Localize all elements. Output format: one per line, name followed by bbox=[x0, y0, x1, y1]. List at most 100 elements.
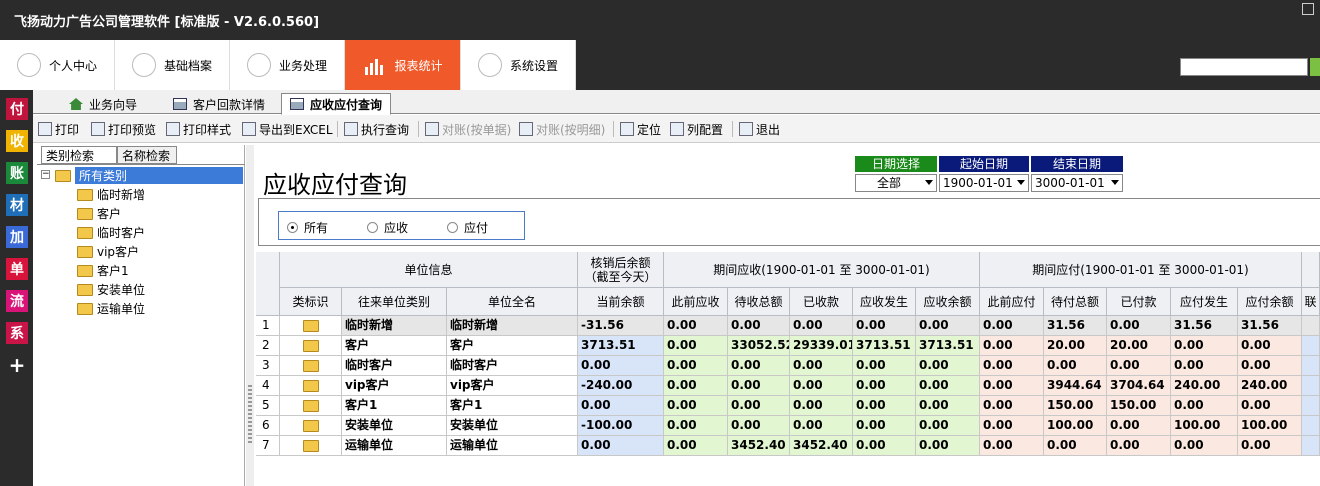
table-cell[interactable]: 0.00 bbox=[790, 316, 853, 336]
collapse-icon[interactable]: − bbox=[41, 170, 50, 179]
table-cell[interactable]: 0.00 bbox=[980, 336, 1044, 356]
table-cell[interactable]: 0.00 bbox=[1107, 356, 1171, 376]
locate-button[interactable]: 定位 bbox=[620, 120, 661, 138]
category-flag-cell[interactable] bbox=[280, 416, 342, 436]
tree-node-all-categories[interactable]: 所有类别 bbox=[55, 166, 243, 185]
table-cell[interactable]: 0.00 bbox=[664, 416, 728, 436]
table-cell[interactable]: 0.00 bbox=[916, 436, 980, 456]
table-cell[interactable]: 29339.01 bbox=[790, 336, 853, 356]
table-cell[interactable]: 240.00 bbox=[1238, 376, 1302, 396]
quick-process-button[interactable]: 加 bbox=[6, 226, 28, 248]
tab-category-search[interactable]: 类别检索 bbox=[41, 146, 117, 164]
column-header[interactable]: 应收余额 bbox=[916, 288, 980, 316]
print-style-button[interactable]: 打印样式 bbox=[166, 120, 231, 138]
nav-tab-system-settings[interactable]: 系统设置 bbox=[461, 40, 576, 90]
extra-cell[interactable] bbox=[1302, 376, 1320, 396]
table-cell[interactable]: 0.00 bbox=[1238, 436, 1302, 456]
table-cell[interactable]: 0.00 bbox=[664, 396, 728, 416]
nav-tab-personal-center[interactable]: 个人中心 bbox=[0, 40, 115, 90]
column-header[interactable]: 联 bbox=[1302, 288, 1320, 316]
table-cell[interactable]: 33052.52 bbox=[728, 336, 790, 356]
quick-order-button[interactable]: 单 bbox=[6, 258, 28, 280]
quick-system-button[interactable]: 系 bbox=[6, 322, 28, 344]
table-cell[interactable]: 0.00 bbox=[853, 436, 916, 456]
run-query-button[interactable]: 执行查询 bbox=[344, 120, 409, 138]
tab-name-search[interactable]: 名称检索 bbox=[117, 146, 177, 164]
table-cell[interactable]: 150.00 bbox=[1044, 396, 1107, 416]
column-header[interactable]: 已收款 bbox=[790, 288, 853, 316]
doc-tab-receivable-payable[interactable]: 应收应付查询 bbox=[281, 93, 392, 115]
table-cell[interactable]: -240.00 bbox=[578, 376, 664, 396]
table-cell[interactable]: 客户 bbox=[447, 336, 578, 356]
table-cell[interactable]: 0.00 bbox=[1107, 316, 1171, 336]
table-cell[interactable]: vip客户 bbox=[447, 376, 578, 396]
table-cell[interactable]: vip客户 bbox=[342, 376, 447, 396]
radio-receivable[interactable]: 应收 bbox=[367, 219, 408, 236]
table-cell[interactable]: 0.00 bbox=[790, 416, 853, 436]
table-cell[interactable]: 31.56 bbox=[1238, 316, 1302, 336]
table-cell[interactable]: 0.00 bbox=[790, 356, 853, 376]
table-cell[interactable]: 240.00 bbox=[1171, 376, 1238, 396]
table-cell[interactable]: 20.00 bbox=[1107, 336, 1171, 356]
category-flag-cell[interactable] bbox=[280, 396, 342, 416]
table-cell[interactable]: 3944.64 bbox=[1044, 376, 1107, 396]
table-cell[interactable]: 0.00 bbox=[1171, 436, 1238, 456]
extra-cell[interactable] bbox=[1302, 436, 1320, 456]
extra-cell[interactable] bbox=[1302, 316, 1320, 336]
table-cell[interactable]: 100.00 bbox=[1171, 416, 1238, 436]
table-cell[interactable]: 0.00 bbox=[1107, 416, 1171, 436]
row-number-cell[interactable]: 7 bbox=[256, 436, 280, 456]
table-cell[interactable]: 0.00 bbox=[980, 396, 1044, 416]
table-cell[interactable]: 3704.64 bbox=[1107, 376, 1171, 396]
table-cell[interactable]: 0.00 bbox=[916, 376, 980, 396]
print-button[interactable]: 打印 bbox=[38, 120, 79, 138]
column-header[interactable]: 已付款 bbox=[1107, 288, 1171, 316]
doc-tab-customer-payment[interactable]: 客户回款详情 bbox=[165, 94, 273, 114]
table-cell[interactable]: 0.00 bbox=[664, 376, 728, 396]
quick-receive-button[interactable]: 收 bbox=[6, 130, 28, 152]
table-cell[interactable]: 0.00 bbox=[853, 416, 916, 436]
column-header[interactable]: 待付总额 bbox=[1044, 288, 1107, 316]
table-cell[interactable]: 0.00 bbox=[853, 316, 916, 336]
column-header[interactable]: 应收发生 bbox=[853, 288, 916, 316]
table-cell[interactable]: 0.00 bbox=[1044, 356, 1107, 376]
table-cell[interactable]: 客户1 bbox=[342, 396, 447, 416]
table-cell[interactable]: 安装单位 bbox=[447, 416, 578, 436]
table-cell[interactable]: 0.00 bbox=[664, 436, 728, 456]
table-cell[interactable]: 0.00 bbox=[980, 376, 1044, 396]
tree-node[interactable]: 客户 bbox=[77, 204, 121, 223]
category-flag-cell[interactable] bbox=[280, 376, 342, 396]
quick-pay-button[interactable]: 付 bbox=[6, 98, 28, 120]
table-cell[interactable]: 150.00 bbox=[1107, 396, 1171, 416]
start-date-picker[interactable]: 1900-01-01 bbox=[939, 174, 1029, 192]
nav-search-input[interactable] bbox=[1180, 58, 1308, 76]
exit-button[interactable]: 退出 bbox=[739, 120, 780, 138]
table-cell[interactable]: 3452.40 bbox=[790, 436, 853, 456]
table-cell[interactable]: 0.00 bbox=[728, 356, 790, 376]
table-cell[interactable]: 0.00 bbox=[980, 436, 1044, 456]
restore-window-icon[interactable] bbox=[1302, 3, 1314, 15]
nav-search-button[interactable] bbox=[1310, 58, 1320, 76]
quick-account-button[interactable]: 账 bbox=[6, 162, 28, 184]
extra-cell[interactable] bbox=[1302, 416, 1320, 436]
column-config-button[interactable]: 列配置 bbox=[670, 120, 723, 138]
tree-node[interactable]: 临时客户 bbox=[77, 223, 145, 242]
column-header[interactable]: 类标识 bbox=[280, 288, 342, 316]
column-header[interactable]: 待收总额 bbox=[728, 288, 790, 316]
nav-tab-reports[interactable]: 报表统计 bbox=[345, 40, 461, 90]
row-number-cell[interactable]: 6 bbox=[256, 416, 280, 436]
table-cell[interactable]: 客户1 bbox=[447, 396, 578, 416]
table-cell[interactable]: 0.00 bbox=[1238, 356, 1302, 376]
table-cell[interactable]: 0.00 bbox=[980, 316, 1044, 336]
table-cell[interactable]: 0.00 bbox=[728, 316, 790, 336]
nav-tab-basic-records[interactable]: 基础档案 bbox=[115, 40, 230, 90]
table-cell[interactable]: 0.00 bbox=[790, 396, 853, 416]
table-cell[interactable]: 31.56 bbox=[1044, 316, 1107, 336]
splitter-grip[interactable] bbox=[248, 385, 252, 445]
print-preview-button[interactable]: 打印预览 bbox=[91, 120, 156, 138]
table-cell[interactable]: 0.00 bbox=[1171, 356, 1238, 376]
date-select-dropdown[interactable]: 全部 bbox=[855, 174, 937, 192]
table-cell[interactable]: 0.00 bbox=[1238, 396, 1302, 416]
row-number-cell[interactable]: 2 bbox=[256, 336, 280, 356]
table-cell[interactable]: 0.00 bbox=[980, 416, 1044, 436]
